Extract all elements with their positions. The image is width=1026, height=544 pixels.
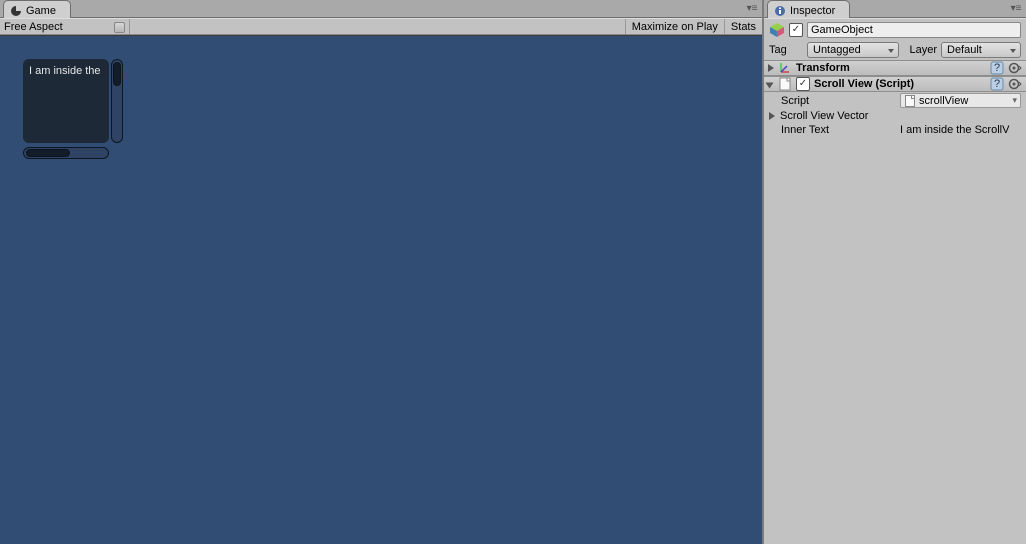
scrollview-component-header[interactable]: Scroll View (Script) ? (764, 76, 1026, 92)
transform-component-header[interactable]: Transform ? (764, 60, 1026, 76)
gameobject-cube-icon (769, 22, 785, 38)
pacman-icon (10, 5, 22, 17)
script-object-field[interactable]: scrollView (900, 93, 1021, 108)
transform-help-button[interactable]: ? (990, 61, 1004, 75)
stats-label: Stats (731, 21, 756, 33)
inspector-tab-label: Inspector (790, 5, 835, 17)
script-property-row: Script scrollView (764, 92, 1026, 109)
tag-label: Tag (769, 44, 803, 56)
scroll-view-vector-foldout[interactable] (769, 112, 775, 120)
transform-icon (778, 61, 792, 75)
game-panel-menu[interactable]: ▾≡ (744, 3, 760, 13)
svg-text:?: ? (994, 78, 1000, 90)
scrollview-horizontal-scrollbar[interactable] (23, 147, 109, 159)
scrollview-foldout[interactable] (766, 83, 774, 89)
info-icon (774, 5, 786, 17)
game-view: I am inside the (0, 35, 762, 544)
inspector-panel: Inspector ▾≡ Tag (764, 0, 1026, 544)
game-tab-label: Game (26, 5, 56, 17)
gameobject-name-input[interactable] (807, 22, 1021, 38)
script-label: Script (769, 95, 897, 107)
maximize-label: Maximize on Play (632, 21, 718, 33)
svg-text:?: ? (994, 62, 1000, 74)
scrollview-help-button[interactable]: ? (990, 77, 1004, 91)
gameobject-enabled-checkbox[interactable] (789, 23, 803, 37)
inspector-tab[interactable]: Inspector (767, 0, 850, 18)
tag-dropdown[interactable]: Untagged (807, 42, 899, 58)
aspect-dropdown[interactable]: Free Aspect (0, 19, 130, 34)
tag-layer-row: Tag Untagged Layer Default (764, 40, 1026, 60)
layer-label: Layer (903, 44, 937, 56)
csharp-script-icon (778, 77, 792, 91)
maximize-on-play-toggle[interactable]: Maximize on Play (625, 19, 724, 34)
game-toolbar: Free Aspect Maximize on Play Stats (0, 18, 762, 35)
script-value: scrollView (919, 95, 968, 107)
scrollview-enabled-checkbox[interactable] (796, 77, 810, 91)
scrollview-gear-button[interactable] (1008, 77, 1022, 91)
scrollview-vertical-thumb[interactable] (113, 62, 121, 86)
gameobject-header (764, 19, 1026, 40)
game-tabbar: Game ▾≡ (0, 0, 762, 18)
scrollview-vertical-scrollbar[interactable] (111, 59, 123, 143)
stats-toggle[interactable]: Stats (724, 19, 762, 34)
scroll-view-vector-label: Scroll View Vector (778, 110, 906, 122)
inspector-body: Tag Untagged Layer Default (764, 18, 1026, 544)
game-tab[interactable]: Game (3, 0, 71, 18)
scroll-view-vector-row[interactable]: Scroll View Vector (764, 109, 1026, 123)
scrollview-text: I am inside the (29, 65, 101, 77)
aspect-label: Free Aspect (4, 21, 63, 33)
script-file-icon (904, 95, 916, 107)
inspector-tabbar: Inspector ▾≡ (764, 0, 1026, 18)
inner-text-label: Inner Text (769, 124, 897, 136)
inner-text-row: Inner Text I am inside the ScrollV (764, 123, 1026, 137)
inner-text-value[interactable]: I am inside the ScrollV (900, 124, 1009, 136)
inspector-panel-menu[interactable]: ▾≡ (1008, 3, 1024, 13)
transform-title: Transform (796, 62, 986, 74)
tag-value: Untagged (813, 44, 861, 56)
scrollview-content[interactable]: I am inside the (23, 59, 109, 143)
layer-dropdown[interactable]: Default (941, 42, 1021, 58)
scrollview-horizontal-thumb[interactable] (26, 149, 70, 157)
transform-gear-button[interactable] (1008, 61, 1022, 75)
game-panel: Game ▾≡ Free Aspect Maximize on Play Sta… (0, 0, 764, 544)
runtime-scrollview: I am inside the (23, 59, 128, 159)
layer-value: Default (947, 44, 982, 56)
transform-foldout[interactable] (768, 64, 774, 72)
scrollview-title: Scroll View (Script) (814, 78, 986, 90)
